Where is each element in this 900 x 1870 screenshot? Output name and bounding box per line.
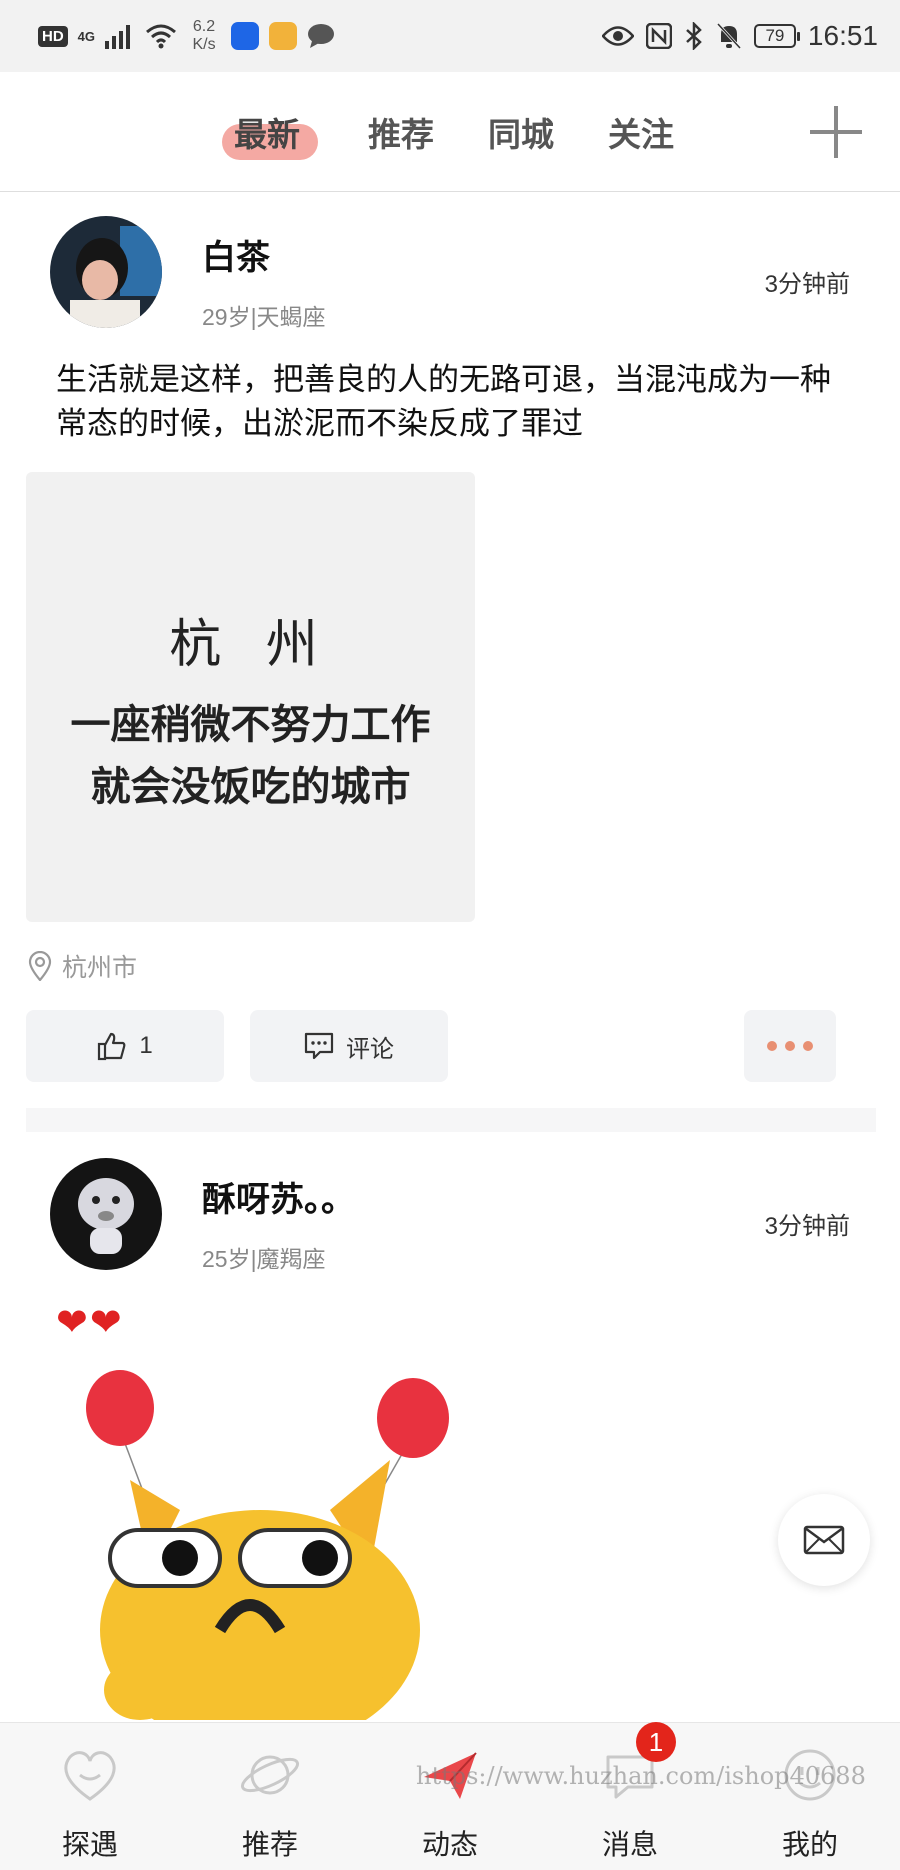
mute-bell-icon [716, 22, 742, 50]
heart-face-icon [64, 1751, 116, 1801]
network-speed-value: 6.2 [192, 18, 216, 35]
envelope-icon [803, 1525, 845, 1555]
more-options-button[interactable] [744, 1010, 836, 1082]
nav-item-discover[interactable]: 探遇 [30, 1743, 150, 1863]
nav-item-moments[interactable]: 动态 [390, 1743, 510, 1863]
nav-label: 推荐 [241, 1829, 298, 1860]
comment-label: 评论 [346, 1035, 394, 1063]
lightbulb-app-icon [231, 22, 260, 50]
hd-badge: HD [38, 25, 68, 47]
tab-same-city[interactable]: 同城 [488, 108, 554, 156]
more-dot [785, 1041, 795, 1051]
post-header: 酥呀苏。。 25岁|魔羯座 3分钟前 [0, 1158, 900, 1278]
nav-item-profile[interactable]: 我的 [750, 1743, 870, 1863]
network-speed-unit: K/s [192, 36, 216, 53]
post-time: 3分钟前 [764, 1213, 850, 1240]
status-left: HD 4G 6.2 K/s [38, 18, 335, 54]
post-header: 白茶 29岁|天蝎座 3分钟前 [0, 216, 900, 336]
image-line-1: 一座稍微不努力工作 [70, 703, 431, 747]
comment-button[interactable]: 评论 [250, 1010, 448, 1082]
cat-sticker-image [86, 1370, 449, 1750]
nav-item-recommend[interactable]: 推荐 [210, 1743, 330, 1863]
bluetooth-icon [686, 22, 702, 50]
cup-app-icon [269, 22, 298, 50]
feed-tabs: 最新 推荐 同城 关注 [0, 72, 900, 192]
signal-icon [105, 25, 131, 49]
status-bar: HD 4G 6.2 K/s 79 16:51 [0, 0, 900, 72]
like-button[interactable]: 1 [26, 1010, 224, 1082]
tab-latest[interactable]: 最新 [234, 108, 300, 156]
nav-label: 探遇 [61, 1829, 118, 1860]
planet-icon [240, 1755, 300, 1795]
author-name[interactable]: 白茶 [202, 230, 270, 279]
avatar[interactable] [50, 1158, 162, 1270]
nav-item-messages[interactable]: 消息 [570, 1743, 690, 1863]
post-text: 生活就是这样，把善良的人的无路可退，当混沌成为一种常态的时候，出淤泥而不染反成了… [56, 362, 831, 441]
network-type: 4G [77, 28, 96, 44]
post-image[interactable]: 杭 州 一座稍微不努力工作 就会没饭吃的城市 [26, 472, 475, 922]
watermark-text: https://www.huzhan.com/ishop40688 [416, 1762, 866, 1790]
network-speed: 6.2 K/s [187, 18, 221, 54]
comment-icon [304, 1032, 334, 1060]
tab-recommended[interactable]: 推荐 [368, 108, 434, 156]
image-title: 杭 州 [169, 615, 332, 675]
location-label: 杭州市 [62, 954, 138, 982]
post-divider [26, 1108, 876, 1132]
status-right: 79 16:51 [601, 20, 878, 52]
chat-app-icon [308, 24, 335, 48]
like-count: 1 [139, 1032, 153, 1059]
nfc-icon [645, 23, 672, 49]
author-name[interactable]: 酥呀苏。。 [202, 1172, 355, 1221]
thumbs-up-icon [98, 1032, 126, 1061]
location-pin-icon [28, 951, 52, 981]
post-time: 3分钟前 [764, 271, 850, 298]
tab-following[interactable]: 关注 [608, 108, 674, 156]
author-meta: 25岁|魔羯座 [202, 1246, 326, 1272]
bottom-navigation: 探遇 推荐 动态 消息 我的 [0, 1722, 900, 1870]
author-meta: 29岁|天蝎座 [202, 304, 326, 330]
message-badge: 1 [636, 1722, 676, 1762]
eye-icon [601, 26, 634, 46]
avatar-image [50, 216, 162, 328]
message-fab[interactable] [778, 1494, 870, 1586]
clock: 16:51 [807, 20, 878, 51]
nav-label: 消息 [601, 1829, 658, 1860]
avatar[interactable] [50, 216, 162, 328]
battery-indicator: 79 [753, 24, 800, 48]
avatar-image [50, 1158, 162, 1270]
post-image-sticker[interactable] [30, 1370, 470, 1750]
post-text: ❤❤ [56, 1302, 124, 1344]
wifi-icon [146, 24, 176, 49]
image-line-2: 就会没饭吃的城市 [90, 765, 411, 809]
post-location[interactable]: 杭州市 [28, 948, 137, 984]
nav-label: 动态 [421, 1829, 478, 1860]
more-dot [803, 1041, 813, 1051]
nav-label: 我的 [781, 1829, 838, 1860]
more-dot [767, 1041, 777, 1051]
add-post-button[interactable] [810, 106, 862, 158]
